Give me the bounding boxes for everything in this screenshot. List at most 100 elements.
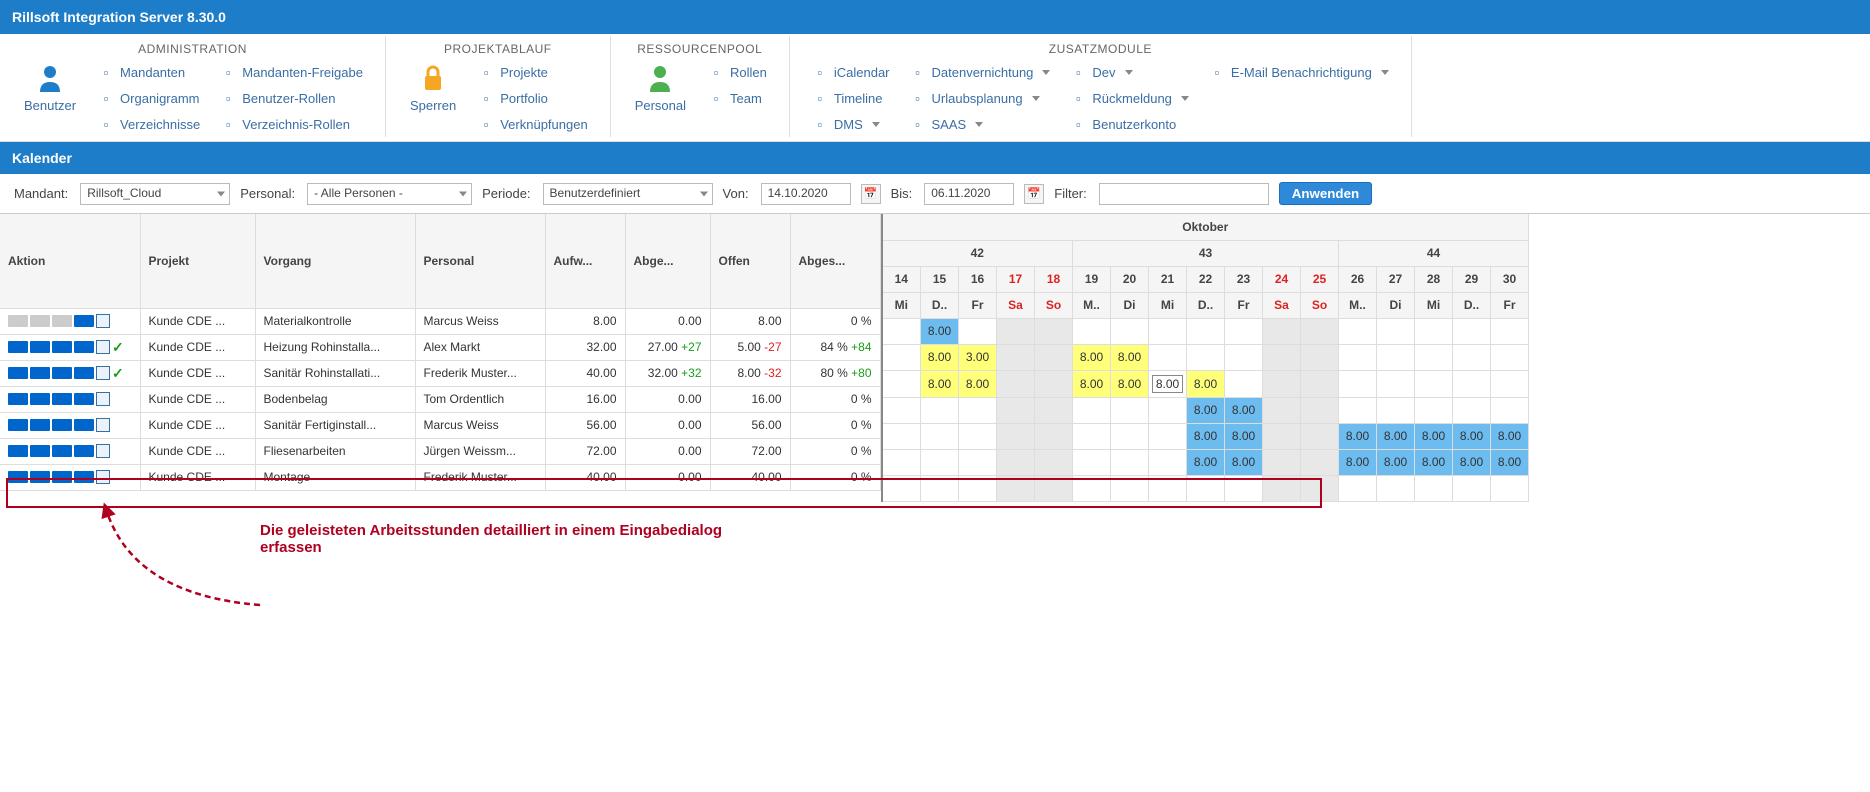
day-cell[interactable] — [1453, 475, 1491, 501]
day-cell[interactable] — [997, 423, 1035, 449]
day-cell[interactable] — [1111, 397, 1149, 423]
day-cell[interactable]: 8.00 — [1187, 449, 1225, 475]
progress-100-icon[interactable] — [74, 367, 94, 379]
day-cell[interactable] — [997, 475, 1035, 501]
day-cell[interactable] — [1225, 318, 1263, 344]
day-cell[interactable] — [883, 318, 921, 344]
col-header[interactable]: Personal — [415, 214, 545, 308]
ribbon-item-verzeichnis-rollen[interactable]: ▫Verzeichnis-Rollen — [216, 114, 367, 134]
day-cell[interactable] — [1149, 423, 1187, 449]
day-cell[interactable] — [1453, 397, 1491, 423]
day-cell[interactable] — [1035, 344, 1073, 370]
apply-button[interactable]: Anwenden — [1279, 182, 1372, 205]
ribbon-item-mandanten-freigabe[interactable]: ▫Mandanten-Freigabe — [216, 62, 367, 82]
day-cell[interactable] — [959, 423, 997, 449]
day-cell[interactable]: 8.00 — [1491, 423, 1529, 449]
day-cell[interactable] — [1377, 344, 1415, 370]
progress-100-icon[interactable] — [74, 341, 94, 353]
day-cell[interactable] — [1339, 318, 1377, 344]
ribbon-item-e-mail-benachrichtigung[interactable]: ▫E-Mail Benachrichtigung — [1205, 62, 1393, 82]
day-cell[interactable] — [1149, 397, 1187, 423]
col-header[interactable]: Vorgang — [255, 214, 415, 308]
day-cell[interactable] — [1301, 475, 1339, 501]
ribbon-big-sperren[interactable]: Sperren — [398, 62, 468, 113]
progress-100-icon[interactable] — [74, 419, 94, 431]
day-cell[interactable] — [1263, 344, 1301, 370]
ribbon-item-mandanten[interactable]: ▫Mandanten — [94, 62, 204, 82]
day-cell[interactable] — [1035, 370, 1073, 397]
day-cell[interactable] — [1187, 318, 1225, 344]
day-cell[interactable]: 8.00 — [1225, 449, 1263, 475]
progress-75-icon[interactable] — [52, 419, 72, 431]
day-cell[interactable]: 8.00 — [1377, 449, 1415, 475]
day-cell[interactable] — [959, 449, 997, 475]
progress-75-icon[interactable] — [52, 445, 72, 457]
day-cell[interactable]: 8.00 — [959, 370, 997, 397]
col-header[interactable]: Abge... — [625, 214, 710, 308]
day-cell[interactable] — [1263, 318, 1301, 344]
von-input[interactable]: 14.10.2020 — [761, 183, 851, 205]
day-cell[interactable] — [1377, 370, 1415, 397]
progress-75-icon[interactable] — [52, 315, 72, 327]
day-cell[interactable] — [1415, 344, 1453, 370]
edit-icon[interactable] — [96, 470, 110, 484]
day-cell[interactable]: 8.00 — [1073, 344, 1111, 370]
day-cell[interactable] — [1453, 344, 1491, 370]
mandant-select[interactable]: Rillsoft_Cloud — [80, 183, 230, 205]
day-cell[interactable] — [959, 475, 997, 501]
day-cell[interactable] — [1111, 475, 1149, 501]
progress-25-icon[interactable] — [8, 419, 28, 431]
day-cell[interactable] — [1149, 449, 1187, 475]
day-cell[interactable] — [1073, 475, 1111, 501]
day-cell[interactable] — [997, 318, 1035, 344]
day-cell[interactable] — [1453, 318, 1491, 344]
day-cell[interactable] — [1301, 318, 1339, 344]
day-cell[interactable] — [1415, 318, 1453, 344]
day-cell[interactable] — [1301, 397, 1339, 423]
ribbon-item-r-ckmeldung[interactable]: ▫Rückmeldung — [1066, 88, 1193, 108]
day-cell[interactable] — [1111, 423, 1149, 449]
day-cell[interactable] — [1377, 318, 1415, 344]
day-cell[interactable] — [1339, 344, 1377, 370]
ribbon-item-benutzer-rollen[interactable]: ▫Benutzer-Rollen — [216, 88, 367, 108]
day-cell[interactable] — [1339, 475, 1377, 501]
day-cell[interactable] — [1263, 397, 1301, 423]
day-cell[interactable] — [1301, 370, 1339, 397]
ribbon-item-saas[interactable]: ▫SAAS — [906, 114, 1055, 134]
day-cell[interactable] — [921, 397, 959, 423]
day-cell[interactable] — [1149, 344, 1187, 370]
day-cell[interactable] — [1491, 475, 1529, 501]
day-cell[interactable] — [1035, 475, 1073, 501]
day-cell[interactable] — [959, 397, 997, 423]
day-cell[interactable]: 8.00 — [1111, 344, 1149, 370]
ribbon-item-timeline[interactable]: ▫Timeline — [808, 88, 894, 108]
day-cell[interactable]: 8.00 — [1415, 449, 1453, 475]
day-cell[interactable] — [883, 397, 921, 423]
day-cell[interactable] — [1301, 423, 1339, 449]
day-cell[interactable] — [1149, 475, 1187, 501]
day-cell[interactable]: 8.00 — [1187, 397, 1225, 423]
day-cell[interactable]: 8.00 — [1339, 423, 1377, 449]
progress-25-icon[interactable] — [8, 393, 28, 405]
ribbon-item-organigramm[interactable]: ▫Organigramm — [94, 88, 204, 108]
day-cell[interactable] — [883, 423, 921, 449]
progress-75-icon[interactable] — [52, 367, 72, 379]
day-cell[interactable] — [1073, 423, 1111, 449]
day-cell[interactable] — [997, 344, 1035, 370]
progress-75-icon[interactable] — [52, 471, 72, 483]
day-cell[interactable] — [1035, 449, 1073, 475]
day-cell[interactable] — [1073, 397, 1111, 423]
progress-50-icon[interactable] — [30, 315, 50, 327]
day-cell[interactable]: 8.00 — [1377, 423, 1415, 449]
day-cell[interactable] — [883, 475, 921, 501]
day-cell[interactable] — [1377, 397, 1415, 423]
ribbon-item-urlaubsplanung[interactable]: ▫Urlaubsplanung — [906, 88, 1055, 108]
day-cell[interactable] — [883, 344, 921, 370]
ribbon-item-team[interactable]: ▫Team — [704, 88, 771, 108]
progress-75-icon[interactable] — [52, 393, 72, 405]
progress-50-icon[interactable] — [30, 341, 50, 353]
col-header[interactable]: Aktion — [0, 214, 140, 308]
day-cell[interactable] — [1111, 449, 1149, 475]
progress-25-icon[interactable] — [8, 471, 28, 483]
day-cell[interactable] — [1263, 449, 1301, 475]
